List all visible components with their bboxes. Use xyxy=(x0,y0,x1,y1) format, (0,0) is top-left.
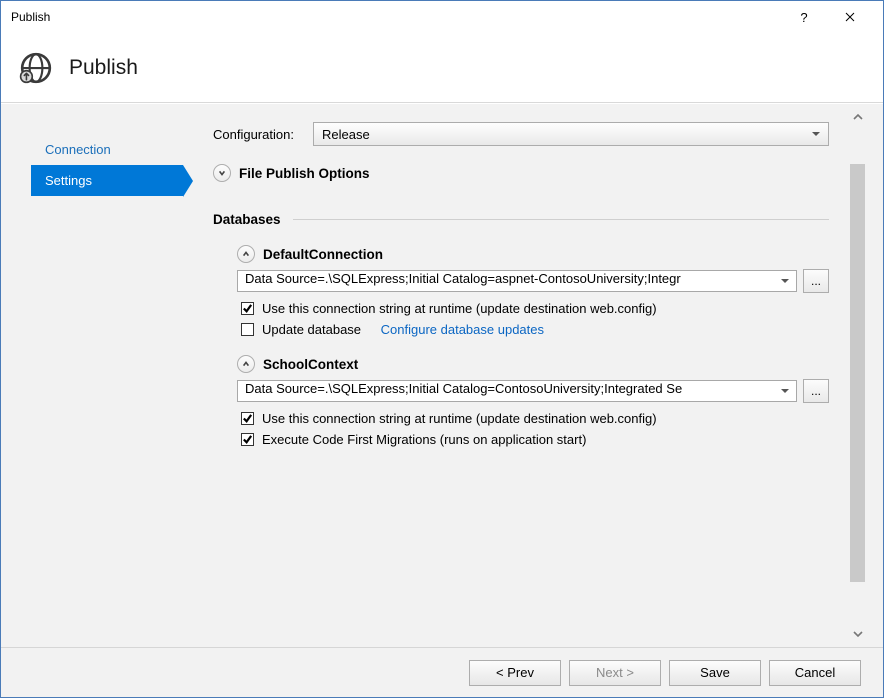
header: Publish xyxy=(1,33,883,103)
configuration-select[interactable]: Release xyxy=(313,122,829,146)
sidebar-item-settings[interactable]: Settings xyxy=(31,165,183,196)
divider xyxy=(293,219,829,220)
databases-section-label: Databases xyxy=(213,212,281,227)
sidebar: Connection Settings xyxy=(1,104,183,647)
update-database-checkbox[interactable] xyxy=(241,323,254,336)
prev-button[interactable]: < Prev xyxy=(469,660,561,686)
use-connstring-runtime-checkbox-2[interactable] xyxy=(241,412,254,425)
use-connstring-runtime-checkbox[interactable] xyxy=(241,302,254,315)
use-connstring-runtime-label-2: Use this connection string at runtime (u… xyxy=(262,411,657,426)
defaultconnection-expander[interactable]: DefaultConnection xyxy=(237,245,829,263)
execute-migrations-checkbox[interactable] xyxy=(241,433,254,446)
chevron-down-icon xyxy=(213,164,231,182)
page-title: Publish xyxy=(69,56,138,80)
footer: < Prev Next > Save Cancel xyxy=(1,647,883,697)
save-button[interactable]: Save xyxy=(669,660,761,686)
schoolcontext-browse-button[interactable]: ... xyxy=(803,379,829,403)
use-connstring-runtime-label: Use this connection string at runtime (u… xyxy=(262,301,657,316)
configuration-value: Release xyxy=(322,127,370,142)
file-publish-options-expander[interactable]: File Publish Options xyxy=(213,164,829,182)
database-block: SchoolContext Data Source=.\SQLExpress;I… xyxy=(237,355,829,447)
defaultconnection-browse-button[interactable]: ... xyxy=(803,269,829,293)
schoolcontext-expander[interactable]: SchoolContext xyxy=(237,355,829,373)
sidebar-item-connection[interactable]: Connection xyxy=(31,134,183,165)
configure-database-updates-link[interactable]: Configure database updates xyxy=(381,322,544,337)
configuration-label: Configuration: xyxy=(213,127,313,142)
execute-migrations-label: Execute Code First Migrations (runs on a… xyxy=(262,432,586,447)
file-publish-options-label: File Publish Options xyxy=(239,166,370,181)
defaultconnection-string-input[interactable]: Data Source=.\SQLExpress;Initial Catalog… xyxy=(237,270,797,292)
close-icon xyxy=(845,12,855,22)
database-block: DefaultConnection Data Source=.\SQLExpre… xyxy=(237,245,829,337)
defaultconnection-title: DefaultConnection xyxy=(263,247,383,262)
scroll-down-button[interactable] xyxy=(851,627,865,641)
help-button[interactable]: ? xyxy=(781,1,827,33)
main-panel: Configuration: Release File Publish Opti… xyxy=(183,104,883,647)
close-button[interactable] xyxy=(827,1,873,33)
publish-icon xyxy=(19,51,53,85)
scroll-up-button[interactable] xyxy=(851,110,865,124)
chevron-up-icon xyxy=(237,245,255,263)
schoolcontext-string-input[interactable]: Data Source=.\SQLExpress;Initial Catalog… xyxy=(237,380,797,402)
window-title: Publish xyxy=(11,10,781,24)
cancel-button[interactable]: Cancel xyxy=(769,660,861,686)
scrollbar-thumb[interactable] xyxy=(850,164,865,582)
update-database-label: Update database xyxy=(262,322,361,337)
title-bar: Publish ? xyxy=(1,1,883,33)
sidebar-item-label: Settings xyxy=(45,173,92,188)
chevron-up-icon xyxy=(237,355,255,373)
schoolcontext-title: SchoolContext xyxy=(263,357,358,372)
sidebar-item-label: Connection xyxy=(45,142,111,157)
next-button[interactable]: Next > xyxy=(569,660,661,686)
